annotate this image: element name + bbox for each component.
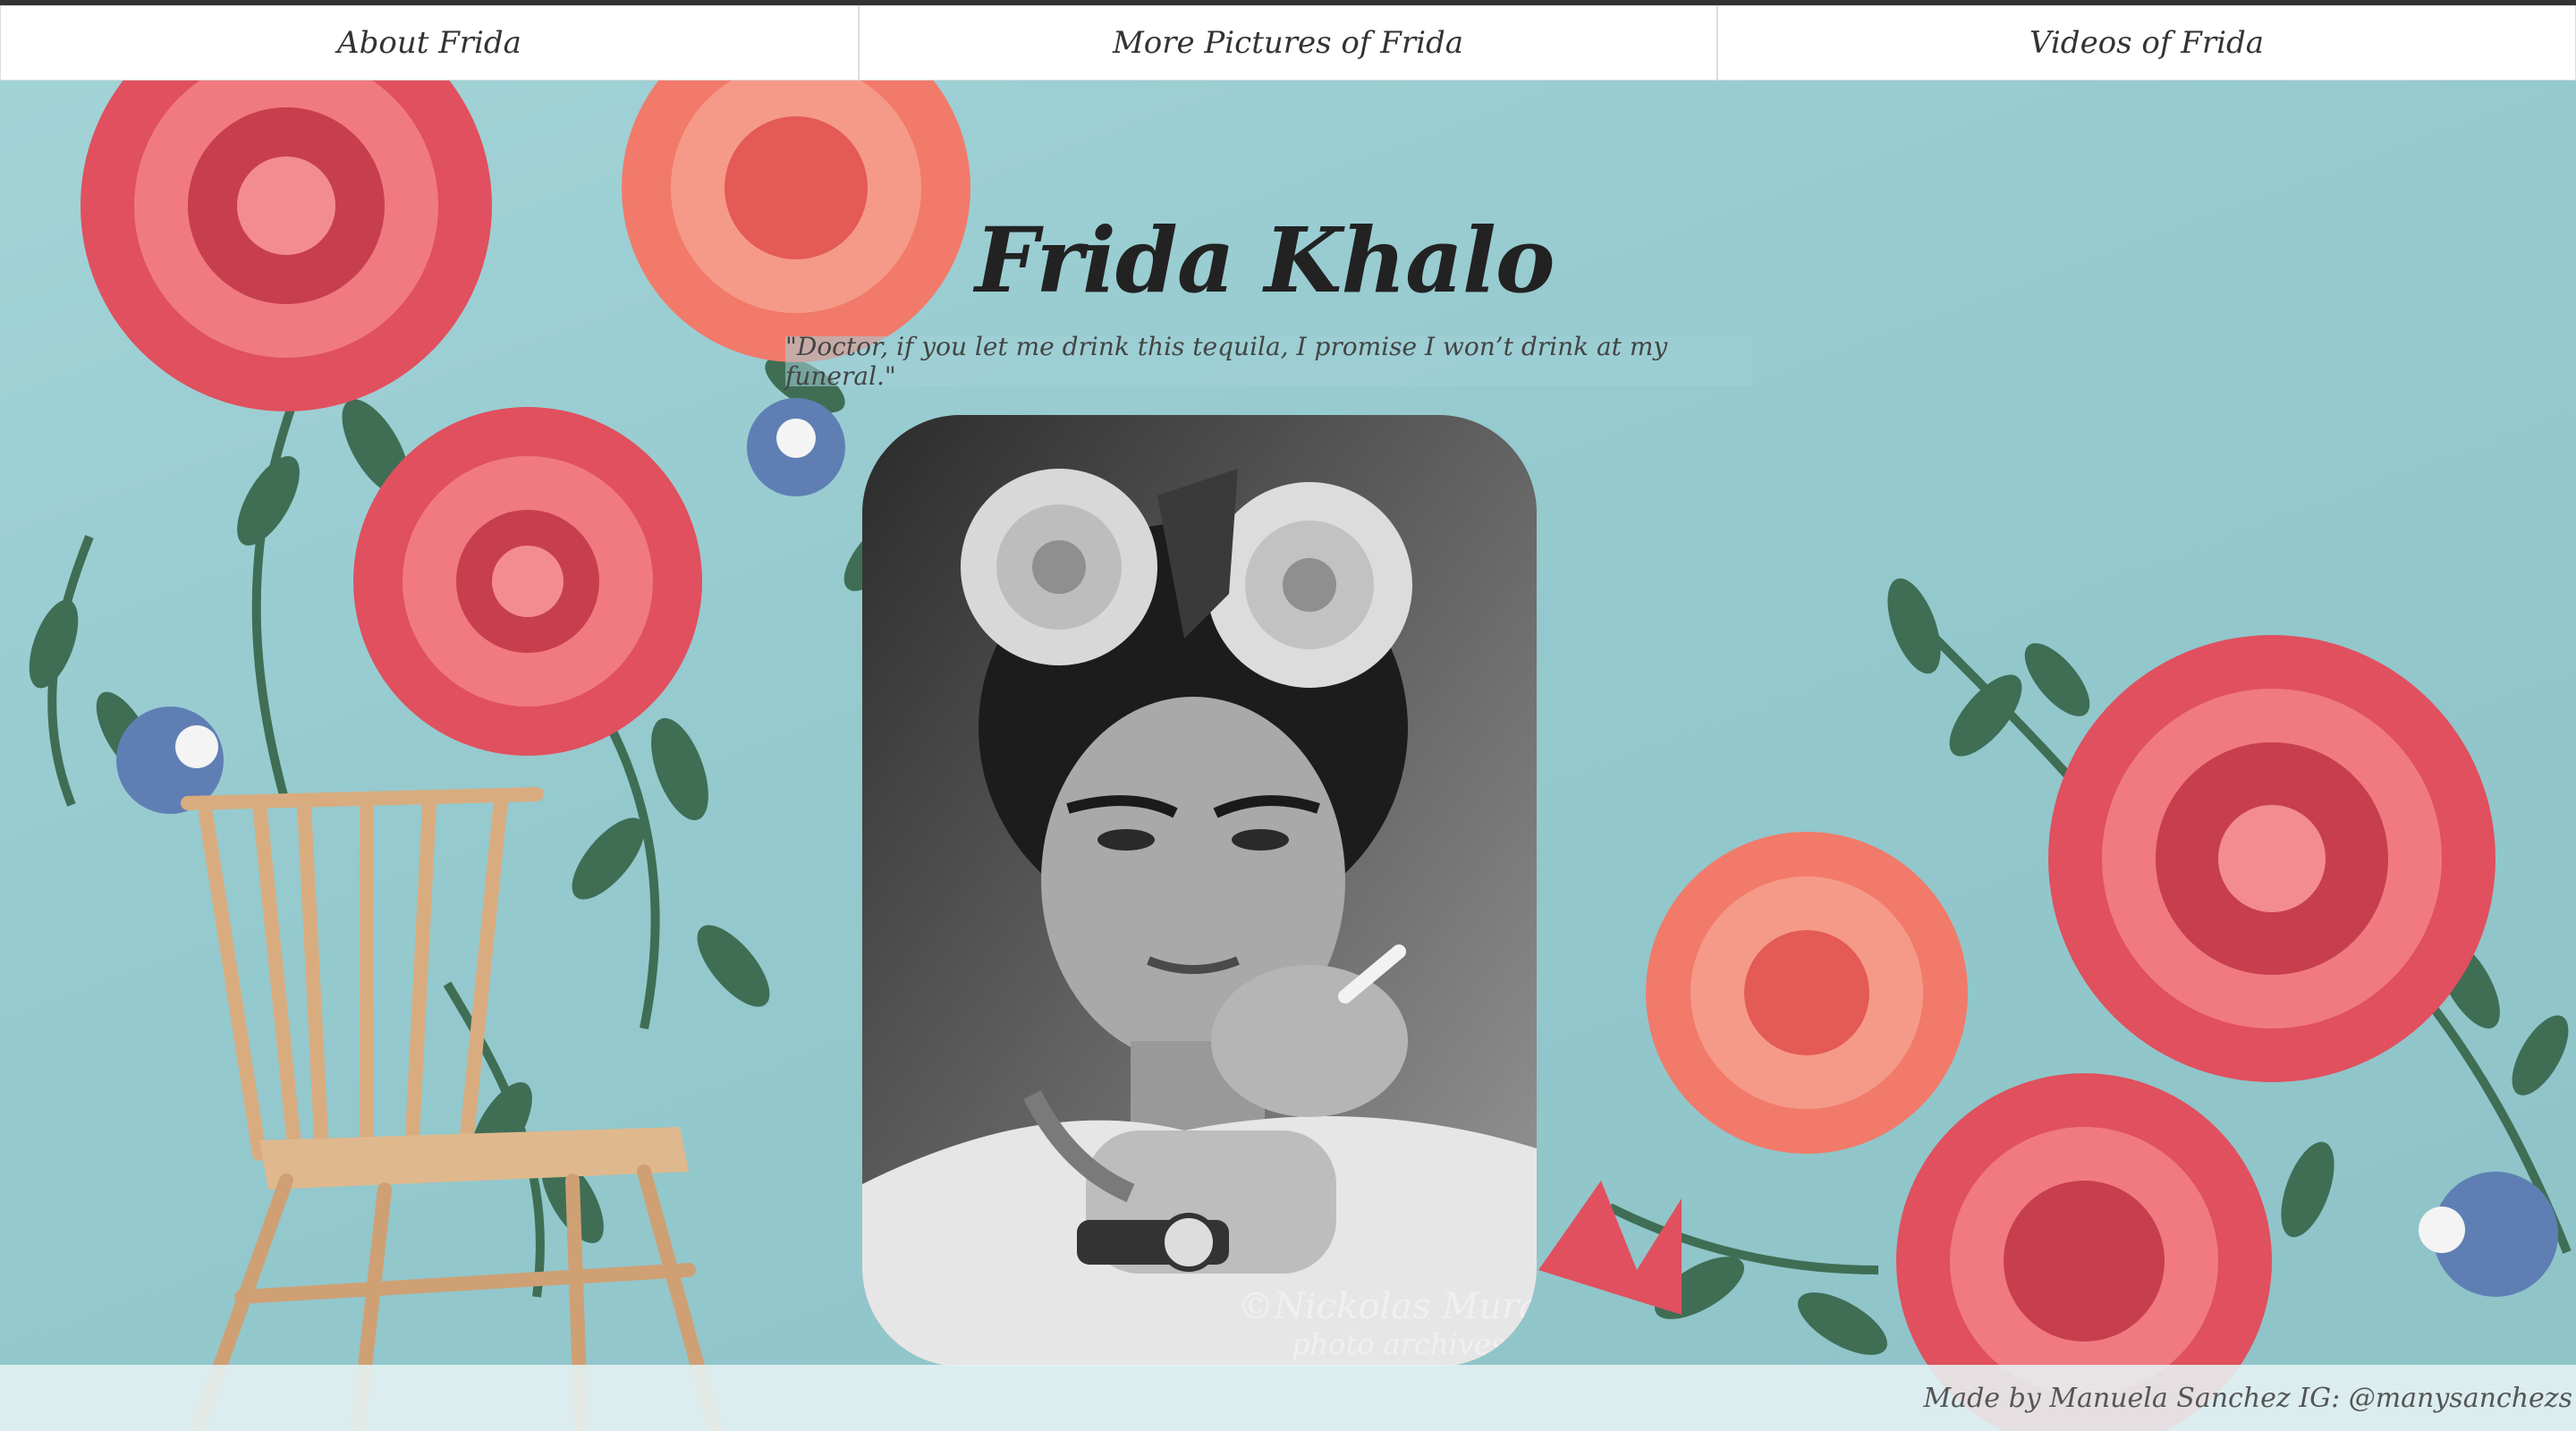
photo-watermark-line2: photo archives — [1292, 1327, 1505, 1361]
nav-about-frida[interactable]: About Frida — [0, 5, 859, 80]
frida-portrait-photo: ©Nickolas Muray photo archives — [862, 415, 1537, 1367]
footer-credit: Made by Manuela Sanchez IG: @manysanchez… — [1923, 1382, 2572, 1414]
wooden-chair — [181, 787, 544, 1161]
quote-text: "Doctor, if you let me drink this tequil… — [785, 332, 1668, 391]
hand-shape — [1211, 965, 1408, 1117]
portrait-image: ©Nickolas Muray photo archives — [862, 415, 1537, 1367]
photo-watermark-line1: ©Nickolas Muray — [1238, 1286, 1537, 1327]
nav-more-pictures[interactable]: More Pictures of Frida — [859, 5, 1717, 80]
quote-banner: "Doctor, if you let me drink this tequil… — [785, 332, 1751, 391]
footer-bar: Made by Manuela Sanchez IG: @manysanchez… — [0, 1365, 2576, 1431]
nav-videos[interactable]: Videos of Frida — [1717, 5, 2576, 80]
page-title: Frida Khalo — [975, 207, 1555, 313]
top-navigation: About Frida More Pictures of Frida Video… — [0, 5, 2576, 80]
